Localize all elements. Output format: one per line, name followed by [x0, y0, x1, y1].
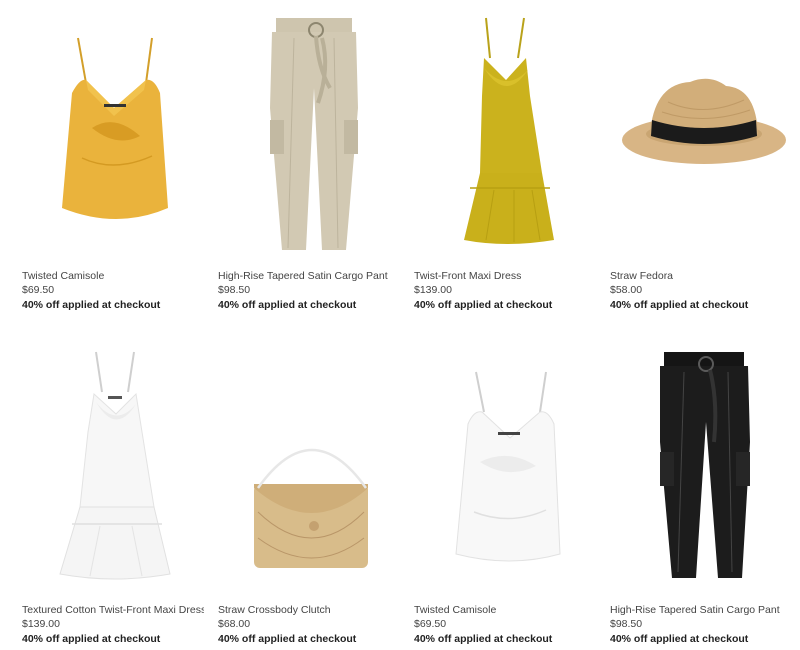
yellow-maxi-dress-icon: [464, 17, 554, 244]
product-title[interactable]: Twist-Front Maxi Dress: [414, 270, 596, 282]
product-price: $58.00: [610, 284, 643, 296]
product-image[interactable]: [610, 342, 792, 592]
product-promo: 40% off applied at checkout: [414, 299, 553, 311]
product-card[interactable]: Twisted Camisole $69.50 40% off applied …: [22, 8, 204, 311]
product-price: $98.50: [218, 284, 251, 296]
product-promo: 40% off applied at checkout: [218, 633, 357, 645]
product-image[interactable]: [22, 8, 204, 258]
product-card[interactable]: High-Rise Tapered Satin Cargo Pant $98.5…: [610, 342, 792, 645]
product-title[interactable]: Textured Cotton Twist-Front Maxi Dress: [22, 604, 204, 616]
white-maxi-dress-icon: [59, 351, 171, 580]
product-promo: 40% off applied at checkout: [610, 299, 749, 311]
product-grid: Twisted Camisole $69.50 40% off applied …: [0, 0, 800, 650]
product-image[interactable]: [218, 342, 400, 592]
product-price: $98.50: [610, 618, 643, 630]
product-price: $139.00: [22, 618, 60, 630]
yellow-camisole-icon: [62, 37, 168, 219]
product-price: $139.00: [414, 284, 452, 296]
straw-fedora-hat-icon: [622, 78, 786, 164]
product-image[interactable]: [414, 8, 596, 258]
product-card[interactable]: Straw Fedora $58.00 40% off applied at c…: [610, 8, 792, 311]
product-promo: 40% off applied at checkout: [218, 299, 357, 311]
product-card[interactable]: Twist-Front Maxi Dress $139.00 40% off a…: [414, 8, 596, 311]
product-image[interactable]: [22, 342, 204, 592]
product-price: $69.50: [22, 284, 55, 296]
product-image[interactable]: [610, 8, 792, 258]
product-price: $68.00: [218, 618, 251, 630]
product-promo: 40% off applied at checkout: [22, 299, 161, 311]
product-title[interactable]: High-Rise Tapered Satin Cargo Pant: [610, 604, 792, 616]
khaki-satin-cargo-pant-icon: [270, 18, 358, 250]
white-camisole-icon: [455, 371, 561, 562]
straw-clutch-bag-icon: [254, 448, 368, 568]
product-card[interactable]: Twisted Camisole $69.50 40% off applied …: [414, 342, 596, 645]
product-title[interactable]: Straw Fedora: [610, 270, 792, 282]
product-title[interactable]: Twisted Camisole: [22, 270, 204, 282]
product-promo: 40% off applied at checkout: [414, 633, 553, 645]
product-price: $69.50: [414, 618, 447, 630]
product-card[interactable]: Straw Crossbody Clutch $68.00 40% off ap…: [218, 342, 400, 645]
product-card[interactable]: Textured Cotton Twist-Front Maxi Dress $…: [22, 342, 204, 645]
product-card[interactable]: High-Rise Tapered Satin Cargo Pant $98.5…: [218, 8, 400, 311]
product-title[interactable]: Twisted Camisole: [414, 604, 596, 616]
product-title[interactable]: Straw Crossbody Clutch: [218, 604, 400, 616]
product-image[interactable]: [218, 8, 400, 258]
product-title[interactable]: High-Rise Tapered Satin Cargo Pant: [218, 270, 400, 282]
product-image[interactable]: [414, 342, 596, 592]
product-promo: 40% off applied at checkout: [22, 633, 161, 645]
product-promo: 40% off applied at checkout: [610, 633, 749, 645]
black-satin-cargo-pant-icon: [660, 352, 750, 578]
